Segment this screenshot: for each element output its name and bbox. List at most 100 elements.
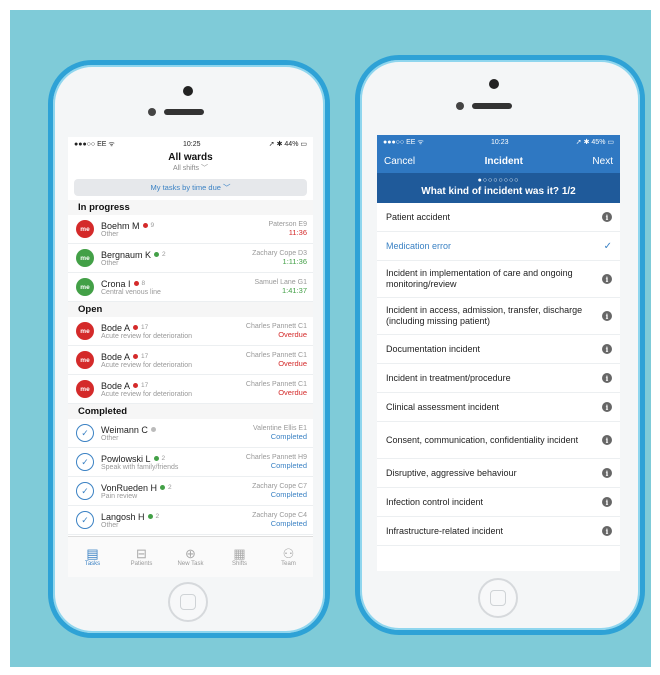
patient-line: Powlowski L 2 (101, 454, 246, 464)
assignee-avatar: me (76, 322, 94, 340)
patient-count: 2 (168, 484, 172, 491)
incident-option[interactable]: Documentation incident i (377, 335, 620, 364)
nav-bar: Cancel Incident Next (377, 149, 620, 173)
task-type: Central venous line (101, 288, 161, 296)
clipboard-icon: ▤ (86, 546, 99, 561)
patient-name: Bode A (101, 322, 131, 333)
home-button[interactable] (168, 582, 208, 622)
patient-name: VonRueden H (101, 482, 158, 493)
incident-option-label: Incident in treatment/procedure (386, 372, 511, 383)
task-row[interactable]: ✓ Langosh H 2 Other Zachary Cope C4 Completed (68, 506, 313, 535)
priority-dot-icon (150, 427, 156, 432)
task-meta: Charles Pannett H9 Completed (246, 454, 307, 470)
task-row[interactable]: me Bode A 17 Acute review for deterioration… (68, 317, 313, 346)
info-icon[interactable]: i (602, 402, 612, 412)
info-icon[interactable]: i (602, 468, 612, 478)
tab-shifts[interactable]: ▦ Shifts (215, 537, 264, 577)
task-location: Charles Pannett C1 (245, 381, 307, 388)
shift-filter[interactable]: All shifts ﹀ (68, 163, 313, 173)
patient-count: 9 (150, 222, 155, 229)
info-icon[interactable]: i (602, 373, 612, 383)
task-type: Speak with family/friends (101, 463, 179, 471)
incident-option[interactable]: Infection control incident i (377, 488, 620, 517)
incident-option[interactable]: Consent, communication, confidentiality … (377, 422, 620, 459)
task-type: Other (101, 230, 119, 238)
priority-dot-icon (147, 514, 153, 519)
task-details: Bode A 17 Acute review for deterioration (101, 352, 246, 369)
task-row[interactable]: ✓ VonRueden H 2 Pain review Zachary Cope C7 C… (68, 477, 313, 506)
task-type: Other (101, 434, 119, 442)
priority-dot-icon (154, 252, 160, 257)
bed-icon: ⊟ (136, 546, 147, 561)
incident-option-label: Infection control incident (386, 496, 484, 507)
task-status: 1:41:37 (281, 286, 307, 295)
info-icon[interactable]: i (602, 344, 612, 354)
incident-option[interactable]: Disruptive, aggressive behaviour i (377, 459, 620, 488)
task-row[interactable]: me Crona I 8 Central venous line Samuel Lane… (68, 273, 313, 302)
task-sort-selector[interactable]: My tasks by time due ﹀ (74, 179, 307, 196)
tab-team[interactable]: ⚇ Team (264, 537, 313, 577)
status-time: 10:23 (491, 138, 509, 146)
front-camera (489, 79, 499, 89)
patient-line: Bode A 17 (101, 352, 246, 362)
task-details: Bode A 17 Acute review for deterioration (101, 381, 246, 398)
task-row[interactable]: me Bode A 17 Acute review for deterioration… (68, 346, 313, 375)
team-icon: ⚇ (282, 546, 295, 561)
info-icon[interactable]: i (602, 526, 612, 536)
priority-dot-icon (133, 354, 139, 359)
progress-indicator: ●○○○○○○○ (477, 177, 520, 184)
battery-status: ➚ ✱ 44% ▭ (268, 141, 307, 148)
carrier-signal: ●●●○○ EE ᯤ (383, 138, 424, 146)
priority-dot-icon (153, 456, 159, 461)
task-status: Completed (270, 490, 307, 499)
page-title[interactable]: All wards (68, 152, 313, 163)
info-icon[interactable]: i (602, 435, 612, 445)
completed-check-icon: ✓ (76, 424, 94, 442)
info-icon[interactable]: i (602, 274, 612, 284)
task-row[interactable]: ✓ Powlowski L 2 Speak with family/friends Ch… (68, 448, 313, 477)
task-meta: Zachary Cope C7 Completed (252, 483, 307, 499)
task-row[interactable]: me Bergnaum K 2 Other Zachary Cope D3 1:11:36 (68, 244, 313, 273)
task-details: Weimann C Other (101, 425, 253, 442)
incident-option[interactable]: Clinical assessment incident i (377, 393, 620, 422)
incident-option[interactable]: Medication error ✓ (377, 232, 620, 261)
earpiece-speaker (472, 103, 512, 109)
task-location: Samuel Lane G1 (254, 279, 307, 286)
priority-dot-icon (142, 223, 148, 228)
info-icon[interactable]: i (602, 311, 612, 321)
patient-name: Bergnaum K (101, 249, 152, 260)
patient-line: Crona I 8 (101, 279, 254, 289)
task-details: Crona I 8 Central venous line (101, 279, 254, 296)
incident-option[interactable]: Incident in implementation of care and o… (377, 261, 620, 298)
home-button[interactable] (478, 578, 518, 618)
nav-header: ●●●○○ EE ᯤ 10:23 ➚ ✱ 45% ▭ Cancel Incide… (377, 135, 620, 173)
task-details: Powlowski L 2 Speak with family/friends (101, 454, 246, 471)
incident-option[interactable]: Infrastructure-related incident i (377, 517, 620, 546)
task-status: Overdue (278, 388, 307, 397)
task-row[interactable]: ✓ Weimann C Other Valentine Ellis E1 Complet… (68, 419, 313, 448)
tab-new-task[interactable]: ⊕ New Task (166, 537, 215, 577)
cancel-button[interactable]: Cancel (384, 156, 415, 167)
tab-tasks[interactable]: ▤ Tasks (68, 537, 117, 577)
patient-count: 17 (141, 324, 149, 331)
earpiece-speaker (164, 109, 204, 115)
incident-option[interactable]: Patient accident i (377, 203, 620, 232)
patient-count: 2 (161, 455, 166, 462)
task-details: VonRueden H 2 Pain review (101, 483, 252, 500)
info-icon[interactable]: i (602, 212, 612, 222)
task-location: Zachary Cope D3 (252, 250, 307, 257)
patient-count: 17 (141, 382, 149, 389)
next-button[interactable]: Next (592, 156, 613, 167)
incident-option[interactable]: Incident in treatment/procedure i (377, 364, 620, 393)
task-row[interactable]: me Boehm M 9 Other Paterson E9 11:36 (68, 215, 313, 244)
patient-name: Weimann C (101, 424, 148, 435)
incident-option-label: Infrastructure-related incident (386, 525, 504, 536)
question-text: What kind of incident was it? 1/2 (421, 186, 576, 197)
assignee-avatar: me (76, 249, 94, 267)
calendar-icon: ▦ (233, 546, 246, 561)
task-row[interactable]: me Bode A 17 Acute review for deterioration… (68, 375, 313, 404)
patient-name: Bode A (101, 380, 131, 391)
info-icon[interactable]: i (602, 497, 612, 507)
incident-option[interactable]: Incident in access, admission, transfer,… (377, 298, 620, 335)
tab-patients[interactable]: ⊟ Patients (117, 537, 166, 577)
